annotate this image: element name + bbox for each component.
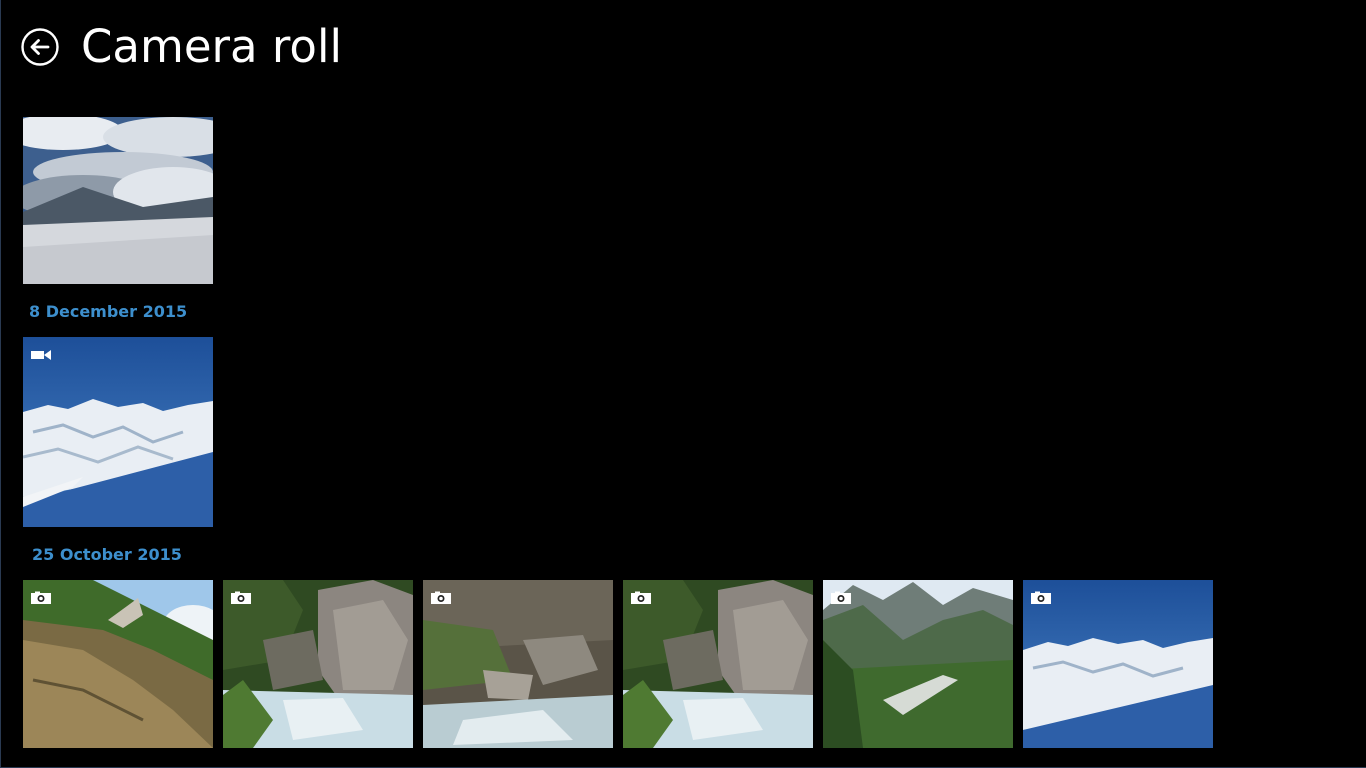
- back-arrow-circle-icon: [21, 28, 59, 66]
- photo-tile[interactable]: [423, 580, 613, 748]
- photo-thumbnail: [23, 580, 213, 748]
- photo-tile[interactable]: [1023, 580, 1213, 748]
- photo-tile[interactable]: [23, 117, 213, 284]
- photo-tile[interactable]: [823, 580, 1013, 748]
- camera-icon: [630, 591, 652, 605]
- camera-icon: [830, 591, 852, 605]
- photo-thumbnail: [623, 580, 813, 748]
- photo-tile[interactable]: [223, 580, 413, 748]
- group-date-header: 25 October 2015: [32, 545, 182, 564]
- group-date-header: 8 December 2015: [29, 302, 188, 321]
- photo-thumbnail: [823, 580, 1013, 748]
- page-title: Camera roll: [81, 20, 342, 73]
- window-edge: [0, 0, 1, 768]
- camera-icon: [30, 591, 52, 605]
- photo-thumbnail: [1023, 580, 1213, 748]
- photo-thumbnail: [423, 580, 613, 748]
- back-button[interactable]: [21, 28, 59, 66]
- photo-thumbnail: [23, 117, 213, 284]
- photo-tile[interactable]: [623, 580, 813, 748]
- camera-icon: [230, 591, 252, 605]
- video-camera-icon: [30, 348, 52, 362]
- photo-tile[interactable]: [23, 580, 213, 748]
- camera-icon: [430, 591, 452, 605]
- video-thumbnail: [23, 337, 213, 527]
- photo-thumbnail: [223, 580, 413, 748]
- camera-icon: [1030, 591, 1052, 605]
- video-tile[interactable]: [23, 337, 213, 527]
